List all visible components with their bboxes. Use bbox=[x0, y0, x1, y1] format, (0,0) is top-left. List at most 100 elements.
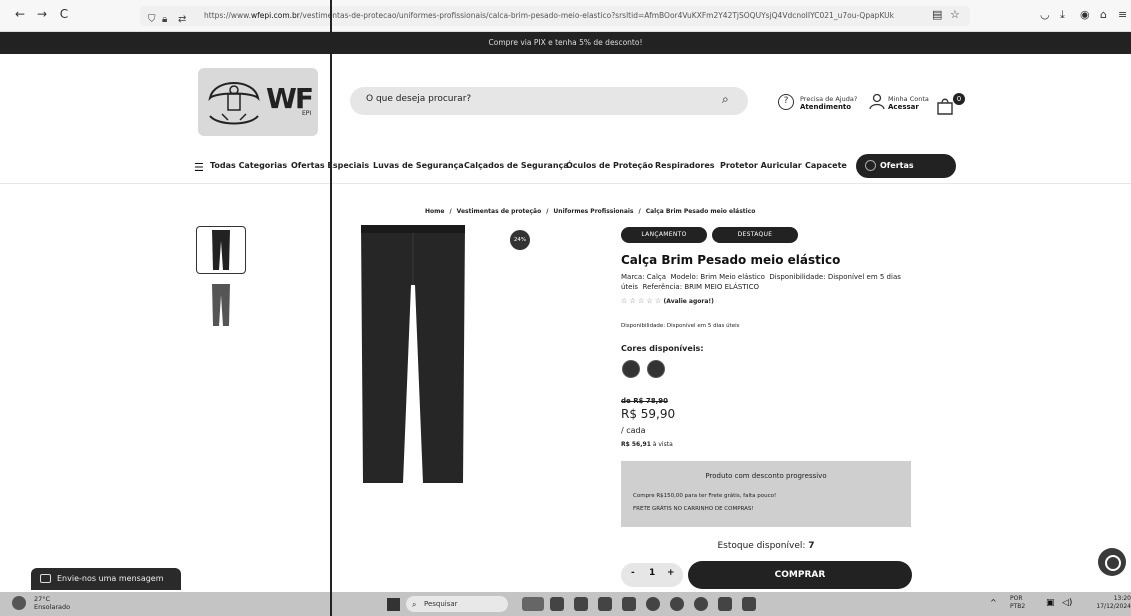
download-icon[interactable]: ⤓ bbox=[1060, 8, 1065, 22]
lang-line2: PTB2 bbox=[1010, 603, 1026, 610]
qty-plus-button[interactable]: + bbox=[667, 568, 675, 578]
category-capacete[interactable]: Capacete bbox=[805, 161, 847, 170]
cart-count-badge: 0 bbox=[953, 93, 965, 105]
taskbar-app-icon[interactable] bbox=[646, 597, 660, 611]
availability-text: Disponibilidade: Disponível em 5 dias út… bbox=[621, 323, 740, 329]
hamburger-icon[interactable]: ☰ bbox=[194, 161, 204, 174]
weather-widget[interactable]: 27°C Ensolarado bbox=[34, 595, 70, 611]
search-input[interactable]: O que deseja procurar? bbox=[366, 94, 471, 104]
progressive-discount-box: Produto com desconto progressivo Compre … bbox=[621, 461, 911, 527]
cash-price: R$ 56,91 à vista bbox=[621, 441, 673, 448]
help-icon[interactable]: ? bbox=[778, 94, 794, 110]
disp-label: Disponibilidade: bbox=[769, 273, 826, 281]
ofertas-especiais-button[interactable]: Ofertas Especiais bbox=[856, 154, 956, 194]
search-icon[interactable]: ⌕ bbox=[722, 92, 729, 107]
weather-icon[interactable] bbox=[12, 596, 26, 610]
help-line1: Precisa de Ajuda? bbox=[800, 95, 858, 103]
qty-minus-button[interactable]: - bbox=[631, 568, 635, 578]
product-meta: Marca: Calça Modelo: Brim Meio elástico … bbox=[621, 272, 921, 292]
rating-cta[interactable]: (Avalie agora!) bbox=[664, 298, 714, 305]
quantity-stepper[interactable]: - 1 + bbox=[621, 563, 683, 587]
taskbar-app-icon[interactable] bbox=[694, 597, 708, 611]
rating-stars-icon[interactable]: ☆ ☆ ☆ ☆ ☆ bbox=[621, 297, 661, 305]
extensions-icon[interactable]: ⌂ bbox=[1100, 8, 1107, 21]
rating[interactable]: ☆ ☆ ☆ ☆ ☆ (Avalie agora!) bbox=[621, 297, 714, 305]
account-link[interactable]: Minha Conta Acessar bbox=[888, 95, 929, 111]
cart-bag-icon[interactable] bbox=[935, 96, 955, 116]
clock[interactable]: 13:20 17/12/2024 bbox=[1096, 595, 1131, 611]
back-arrow-icon[interactable]: ← bbox=[12, 7, 28, 21]
permissions-icon[interactable]: ⇄ bbox=[178, 10, 186, 26]
pants-thumbnail-icon bbox=[212, 284, 230, 326]
network-icon[interactable]: ▣ bbox=[1046, 598, 1055, 608]
whatsapp-icon[interactable] bbox=[1098, 548, 1126, 576]
chat-widget[interactable]: Envie-nos uma mensagem bbox=[31, 568, 181, 590]
stock-value: 7 bbox=[808, 541, 815, 551]
category-all[interactable]: Todas Categorias bbox=[210, 161, 287, 170]
taskbar-search[interactable]: ⌕ Pesquisar bbox=[406, 596, 508, 612]
price: R$ 59,90 bbox=[621, 407, 676, 421]
taskbar-app-icon[interactable] bbox=[550, 597, 564, 611]
account-line1: Minha Conta bbox=[888, 95, 929, 103]
tag-destaque: DESTAQUE bbox=[712, 227, 798, 243]
account-line2: Acessar bbox=[888, 103, 919, 111]
breadcrumb-uniformes[interactable]: Uniformes Profissionais bbox=[553, 208, 633, 215]
color-swatch-2[interactable] bbox=[647, 360, 665, 378]
volume-icon[interactable]: ◁) bbox=[1062, 598, 1072, 608]
product-main-image[interactable] bbox=[359, 225, 467, 485]
search-bar[interactable]: O que deseja procurar? ⌕ bbox=[350, 87, 748, 115]
tray-chevron-icon[interactable]: ^ bbox=[990, 598, 997, 607]
thumbnail-2[interactable] bbox=[196, 281, 246, 329]
breadcrumb-home[interactable]: Home bbox=[425, 208, 444, 215]
taskbar-app-icon[interactable] bbox=[598, 597, 612, 611]
logo-subtitle: EPI bbox=[302, 110, 312, 117]
category-luvas[interactable]: Luvas de Segurança bbox=[373, 161, 464, 170]
taskbar-app-icon[interactable] bbox=[718, 597, 732, 611]
shield-icon: ⛉ bbox=[148, 14, 156, 25]
promo-bar: Compre via PIX e tenha 5% de desconto! bbox=[0, 32, 1131, 54]
lock-icon[interactable]: 🔒︎ bbox=[162, 10, 167, 26]
promo-box-line2: FRETE GRÁTIS NO CARRINHO DE COMPRAS! bbox=[633, 506, 754, 512]
category-nav: ☰ Todas Categorias Ofertas Especiais Luv… bbox=[0, 154, 1131, 194]
header-divider bbox=[0, 183, 1131, 184]
breadcrumb-vestimentas[interactable]: Vestimentas de proteção bbox=[457, 208, 542, 215]
category-oculos[interactable]: Óculos de Proteção bbox=[566, 161, 653, 170]
taskbar-app-icon[interactable] bbox=[670, 597, 684, 611]
reader-view-icon[interactable]: ▤ bbox=[932, 8, 942, 21]
site-logo[interactable]: WF EPI bbox=[198, 68, 318, 136]
help-link[interactable]: Precisa de Ajuda? Atendimento bbox=[800, 95, 857, 111]
category-calcados[interactable]: Calçados de Segurança bbox=[464, 161, 569, 170]
taskbar-app-icon[interactable] bbox=[622, 597, 636, 611]
menu-icon[interactable]: ≡ bbox=[1118, 8, 1127, 21]
account-icon[interactable]: ◉ bbox=[1080, 8, 1090, 21]
modelo-value: Brim Meio elástico bbox=[700, 273, 765, 281]
lang-line1: POR bbox=[1010, 595, 1023, 602]
language-indicator[interactable]: POR PTB2 bbox=[1010, 595, 1025, 611]
thumbnail-1[interactable] bbox=[196, 226, 246, 274]
taskbar-app-icon[interactable] bbox=[522, 597, 544, 611]
promo-box-line1: Compre R$150,00 para ter Frete grátis, f… bbox=[633, 493, 777, 499]
user-icon[interactable] bbox=[868, 92, 886, 110]
tag-lancamento: LANÇAMENTO bbox=[621, 227, 707, 243]
url-path: /vestimentas-de-protecao/uniformes-profi… bbox=[299, 11, 894, 20]
reload-icon[interactable]: C bbox=[56, 7, 72, 21]
bookmark-star-icon[interactable]: ☆ bbox=[950, 8, 960, 21]
marca-label: Marca: bbox=[621, 273, 645, 281]
address-bar[interactable]: ⛉ 🔒︎ ⇄ https://www.wfepi.com.br/vestimen… bbox=[140, 6, 970, 26]
category-respiradores[interactable]: Respiradores bbox=[655, 161, 715, 170]
start-menu-icon[interactable] bbox=[387, 598, 400, 611]
taskbar-app-icon[interactable] bbox=[574, 597, 588, 611]
qty-value[interactable]: 1 bbox=[649, 568, 655, 578]
taskbar-app-icon[interactable] bbox=[742, 597, 756, 611]
clock-date: 17/12/2024 bbox=[1096, 603, 1131, 610]
cash-price-suffix: à vista bbox=[652, 441, 673, 448]
pocket-icon[interactable]: ◡ bbox=[1040, 8, 1050, 21]
buy-button[interactable]: COMPRAR bbox=[688, 561, 912, 589]
old-price: de R$ 78,90 bbox=[621, 397, 669, 405]
os-taskbar: 27°C Ensolarado ⌕ Pesquisar ^ POR PTB2 ▣… bbox=[0, 592, 1131, 616]
per-unit: / cada bbox=[621, 426, 646, 435]
color-swatch-1[interactable] bbox=[622, 360, 640, 378]
weather-desc: Ensolarado bbox=[34, 603, 71, 611]
category-protetor[interactable]: Protetor Auricular bbox=[720, 161, 802, 170]
forward-arrow-icon[interactable]: → bbox=[34, 7, 50, 21]
